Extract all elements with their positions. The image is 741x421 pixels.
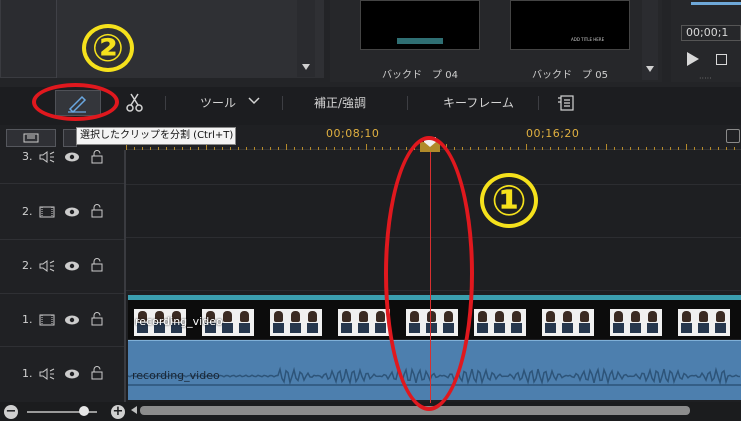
- film-icon: [39, 314, 55, 326]
- annotation-step-2: ②: [82, 24, 134, 72]
- track-row-1-audio: 1.: [0, 348, 124, 402]
- eye-icon[interactable]: [64, 151, 80, 163]
- clip-thumbnail: [542, 309, 594, 336]
- lock-icon[interactable]: [91, 312, 103, 326]
- clip-thumbnail: [678, 309, 730, 336]
- ruler-label: 00;08;10: [326, 127, 380, 140]
- clip-thumbnail: [270, 309, 322, 336]
- stop-icon[interactable]: [716, 54, 727, 65]
- film-icon: [39, 206, 55, 218]
- thumbnail-title-text: ADD TITLE HERE: [571, 37, 605, 42]
- track-manager-button[interactable]: [6, 129, 56, 147]
- annotation-circle-playhead: [384, 136, 474, 411]
- chevron-down-icon[interactable]: [248, 97, 260, 105]
- thumbnail-title-bar: [397, 38, 443, 44]
- zoom-out-icon[interactable]: −: [4, 405, 18, 419]
- library-scrollbar[interactable]: [297, 0, 315, 77]
- tools-menu[interactable]: ツール: [200, 94, 236, 111]
- preview-panel: 00;00;1 ·····: [671, 0, 741, 83]
- zoom-in-icon[interactable]: +: [111, 405, 125, 419]
- zoom-slider-handle[interactable]: [79, 406, 89, 416]
- clip-thumbnail: [338, 309, 390, 336]
- track-row-2-video: 2.: [0, 185, 124, 240]
- lock-icon[interactable]: [91, 204, 103, 218]
- lock-icon[interactable]: [91, 258, 103, 272]
- play-icon[interactable]: [687, 52, 699, 66]
- speaker-icon: [39, 151, 55, 163]
- media-scrollbar[interactable]: [642, 0, 658, 80]
- keyframe-button[interactable]: キーフレーム: [443, 94, 514, 111]
- track-row-3-audio: 3.: [0, 150, 124, 184]
- eye-icon[interactable]: [64, 368, 80, 380]
- media-thumbnail[interactable]: [360, 0, 480, 50]
- track-number: 2.: [22, 205, 33, 218]
- lock-icon[interactable]: [91, 150, 103, 164]
- scroll-down-icon[interactable]: [646, 66, 654, 72]
- background-media-panel: バックド プ 04 ADD TITLE HERE バックド プ 05: [330, 0, 662, 82]
- speaker-icon: [39, 260, 55, 272]
- track-number: 3.: [22, 150, 33, 163]
- timeline-hscrollbar[interactable]: [140, 406, 690, 415]
- preview-progress: [691, 2, 741, 5]
- media-library-panel: [0, 0, 324, 78]
- lock-icon[interactable]: [91, 366, 103, 380]
- toolbar-divider: [538, 96, 539, 110]
- track-manager-icon: [23, 133, 39, 143]
- correction-button[interactable]: 補正/強調: [314, 94, 366, 111]
- track-number: 1.: [22, 367, 33, 380]
- clip-thumbnail: [474, 309, 526, 336]
- split-tooltip: 選択したクリップを分割 (Ctrl+T): [76, 127, 236, 145]
- speaker-icon: [39, 368, 55, 380]
- app-window: { "media": { "items": [ {"label": "バックド …: [0, 0, 741, 421]
- timecode-display[interactable]: 00;00;1: [681, 25, 741, 41]
- eye-icon[interactable]: [64, 206, 80, 218]
- track-divider[interactable]: [124, 150, 126, 402]
- scroll-left-icon[interactable]: [131, 406, 137, 414]
- ruler-label: 00;16;20: [526, 127, 580, 140]
- media-label: バックド プ 05: [532, 70, 608, 81]
- clip-thumbnail: [610, 309, 662, 336]
- toolbar-divider: [282, 96, 283, 110]
- annotation-step-1: ①: [480, 173, 538, 228]
- track-number: 2.: [22, 259, 33, 272]
- audio-clip-name: recording_video: [132, 369, 220, 382]
- toolbar-divider: [407, 96, 408, 110]
- scroll-down-icon[interactable]: [302, 64, 310, 70]
- eye-icon[interactable]: [64, 314, 80, 326]
- track-row-2-audio: 2.: [0, 241, 124, 294]
- track-option-button[interactable]: [63, 129, 77, 147]
- list-icon[interactable]: [557, 93, 577, 113]
- scissors-icon[interactable]: [123, 91, 147, 113]
- toolbar-divider: [165, 96, 166, 110]
- track-row-1-video: 1.: [0, 295, 124, 347]
- media-label: バックド プ 04: [382, 70, 458, 81]
- eye-icon[interactable]: [64, 260, 80, 272]
- media-thumbnail[interactable]: ADD TITLE HERE: [510, 0, 630, 50]
- track-number: 1.: [22, 313, 33, 326]
- video-clip-name: recording_video: [135, 315, 223, 328]
- grip-icon: ·····: [699, 74, 712, 83]
- annotation-circle-edit: [32, 83, 119, 121]
- ruler-end-icon[interactable]: [726, 129, 740, 143]
